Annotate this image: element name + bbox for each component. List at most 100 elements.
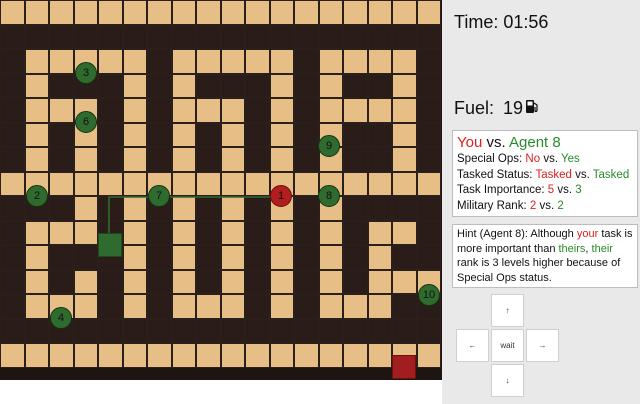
floor-tile [367,49,392,74]
floor-tile [24,220,49,245]
wall-tile [416,73,441,98]
floor-tile [220,147,245,172]
floor-tile [24,343,49,368]
wall-tile [367,122,392,147]
comparison-panel: You vs. Agent 8 Special Ops: No vs. Yes … [452,130,638,217]
wall-tile [294,24,319,49]
floor-tile [318,122,343,147]
floor-tile [269,343,294,368]
wall-tile [147,98,172,123]
move-down-button[interactable]: ↓ [491,364,524,397]
floor-tile [392,122,417,147]
wall-tile [245,269,270,294]
wall-tile [343,269,368,294]
wall-tile [98,98,123,123]
wall-tile [392,196,417,221]
floor-tile [49,294,74,319]
wall-tile [171,318,196,343]
move-up-button[interactable]: ↑ [491,294,524,327]
wall-tile [24,318,49,343]
floor-tile [73,122,98,147]
wall-tile [196,122,221,147]
floor-tile [122,49,147,74]
floor-tile [220,245,245,270]
wall-tile [147,49,172,74]
floor-tile [0,171,25,196]
floor-tile [122,171,147,196]
floor-tile [73,269,98,294]
floor-tile [220,220,245,245]
floor-tile [269,0,294,25]
floor-tile [367,294,392,319]
wall-tile [416,220,441,245]
wall-tile [24,196,49,221]
wall-tile [245,318,270,343]
floor-tile [73,147,98,172]
wall-tile [294,196,319,221]
floor-tile [392,98,417,123]
floor-tile [318,196,343,221]
floor-tile [269,147,294,172]
wall-tile [343,122,368,147]
timer-display: Time: 01:56 [454,12,549,32]
wall-tile [98,220,123,245]
wall-tile [220,318,245,343]
move-right-button[interactable]: → [526,329,559,362]
floor-tile [196,294,221,319]
comparison-header: You vs. Agent 8 [457,134,561,151]
floor-tile [269,196,294,221]
wall-tile [0,196,25,221]
wall-tile [196,24,221,49]
wall-tile [122,318,147,343]
wall-tile [294,147,319,172]
wall-tile [245,122,270,147]
floor-tile [0,343,25,368]
wait-button[interactable]: wait [491,329,524,362]
floor-tile [73,98,98,123]
floor-tile [318,147,343,172]
floor-tile [171,147,196,172]
wall-tile [343,73,368,98]
wall-tile [318,318,343,343]
side-panel: Time: 01:56 Fuel: 19 You vs. Agent 8 Spe… [442,0,640,404]
floor-tile [416,269,441,294]
wall-tile [73,245,98,270]
wall-tile [147,73,172,98]
floor-tile [269,220,294,245]
floor-tile [171,49,196,74]
floor-tile [245,49,270,74]
floor-tile [196,98,221,123]
wall-tile [367,147,392,172]
floor-tile [318,0,343,25]
wall-tile [245,73,270,98]
floor-tile [171,220,196,245]
wall-tile [269,24,294,49]
floor-tile [318,49,343,74]
move-left-button[interactable]: ← [456,329,489,362]
floor-tile [73,294,98,319]
wall-tile [0,147,25,172]
wall-tile [49,147,74,172]
wall-tile [98,269,123,294]
wall-tile [343,318,368,343]
wall-tile [98,294,123,319]
wall-tile [73,24,98,49]
wall-tile [294,220,319,245]
wall-tile [245,220,270,245]
floor-tile [98,49,123,74]
floor-tile [269,171,294,196]
wall-tile [49,24,74,49]
wall-tile [147,220,172,245]
wall-tile [196,196,221,221]
wall-tile [196,245,221,270]
floor-tile [343,98,368,123]
floor-tile [220,0,245,25]
floor-tile [343,294,368,319]
floor-tile [220,122,245,147]
floor-tile [73,49,98,74]
floor-tile [49,343,74,368]
floor-tile [171,245,196,270]
wall-tile [416,196,441,221]
wall-tile [416,24,441,49]
floor-tile [343,49,368,74]
